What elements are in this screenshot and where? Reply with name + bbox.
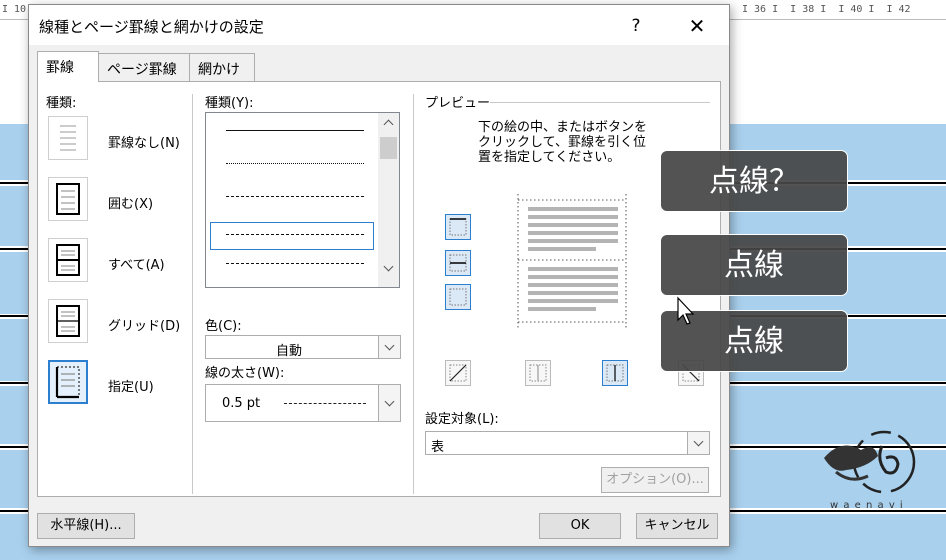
preview-text-line	[528, 307, 596, 311]
dialog-title: 線種とページ罫線と網かけの設定	[39, 18, 264, 36]
help-button[interactable]: ?	[621, 13, 651, 39]
style-dotted[interactable]	[226, 163, 364, 164]
diagonal-up-border-button[interactable]	[445, 360, 471, 386]
tab-panel: 種類: 罫線なし(N) 囲む(X) すべて(A) グリッド(D) 指定(U) 種…	[37, 81, 721, 497]
borders-and-shading-dialog: 線種とページ罫線と網かけの設定 ? ✕ 罫線 ページ罫線 網かけ 種類: 罫線な…	[28, 4, 730, 547]
grid-border-icon	[56, 305, 80, 337]
apply-to-select[interactable]: 表	[425, 431, 710, 455]
left-border-button[interactable]	[525, 360, 551, 386]
waenavi-logo: w a e n a v i	[816, 428, 926, 518]
bottom-border-button[interactable]	[445, 284, 471, 310]
divider	[413, 94, 414, 494]
apply-to-value: 表	[431, 440, 445, 455]
color-select[interactable]: 自動	[205, 335, 401, 359]
style-solid[interactable]	[226, 130, 364, 131]
bird-logo-icon	[824, 430, 916, 494]
setting-all-icon[interactable]	[48, 238, 88, 282]
setting-none-label[interactable]: 罫線なし(N)	[108, 132, 180, 151]
instruction-line: 下の絵の中、またはボタンを	[478, 120, 648, 135]
title-bar: 線種とページ罫線と網かけの設定 ? ✕	[29, 5, 729, 45]
ruler-right-ticks: I 36 I I 38 I I 40 I I 42	[742, 4, 911, 15]
all-borders-icon	[56, 244, 80, 276]
color-value: 自動	[276, 344, 303, 359]
logo-text: w a e n a v i	[830, 500, 904, 511]
instruction-line: クリックして、罫線を引く位	[478, 135, 646, 150]
selected-style-highlight[interactable]	[210, 222, 374, 250]
preview-text-line	[528, 207, 618, 211]
style-dashed-small[interactable]	[226, 196, 364, 197]
no-border-icon	[60, 125, 76, 151]
preview-text-line	[528, 283, 618, 287]
preview-text-line	[528, 223, 618, 227]
divider	[192, 94, 193, 494]
apply-to-label: 設定対象(L):	[425, 412, 499, 427]
ruler-left-ticks: I 10	[2, 4, 27, 15]
cancel-button[interactable]: キャンセル	[636, 513, 718, 539]
setting-type-label: 種類:	[46, 96, 77, 111]
setting-custom-label[interactable]: 指定(U)	[108, 376, 154, 395]
scroll-thumb[interactable]	[380, 137, 397, 159]
setting-custom-icon[interactable]	[48, 360, 88, 404]
preview-instructions: 下の絵の中、またはボタンを クリックして、罫線を引く位 置を指定してください。	[478, 120, 647, 165]
chevron-down-icon	[384, 396, 395, 407]
preview-text-line	[528, 299, 618, 303]
color-dropdown-button[interactable]	[378, 336, 400, 358]
inside-horizontal-border-icon	[449, 254, 467, 272]
chevron-down-icon	[384, 340, 395, 351]
options-button[interactable]: オプション(O)...	[601, 467, 709, 493]
setting-none-icon[interactable]	[48, 116, 88, 160]
color-label: 色(C):	[205, 319, 242, 334]
setting-box-icon[interactable]	[48, 177, 88, 221]
line-width-dropdown-button[interactable]	[378, 385, 400, 421]
width-label: 線の太さ(W):	[205, 366, 285, 381]
box-border-icon	[56, 183, 80, 215]
style-list-scrollbar[interactable]	[378, 113, 399, 287]
preview-text-line	[528, 215, 618, 219]
preview-rule	[490, 102, 710, 103]
top-border-button[interactable]	[445, 214, 471, 240]
right-border-icon	[606, 364, 624, 382]
tab-page-border[interactable]: ページ罫線	[98, 53, 190, 81]
ok-button[interactable]: OK	[539, 513, 621, 539]
chevron-down-icon	[693, 436, 704, 447]
preview-text-line	[528, 231, 618, 235]
setting-grid-icon[interactable]	[48, 299, 88, 343]
preview-text-line	[528, 239, 618, 243]
preview-text-line	[528, 267, 618, 271]
right-border-button[interactable]	[602, 360, 628, 386]
style-dashed[interactable]	[226, 234, 364, 235]
preview-text-line	[528, 247, 596, 251]
mouse-cursor-icon	[677, 296, 695, 325]
preview-text-line	[528, 275, 618, 279]
style-label: 種類(Y):	[205, 96, 254, 111]
diagonal-up-icon	[449, 364, 467, 382]
line-width-sample	[284, 403, 366, 404]
top-border-icon	[449, 218, 467, 236]
inside-horizontal-border-button[interactable]	[445, 250, 471, 276]
line-style-list[interactable]	[205, 112, 400, 288]
caption-overlay: 点線？	[660, 150, 848, 212]
left-border-icon	[529, 364, 547, 382]
line-width-select[interactable]: 0.5 pt	[205, 384, 401, 422]
tab-borders[interactable]: 罫線	[37, 51, 99, 82]
style-dash-dot[interactable]	[226, 263, 364, 264]
custom-border-icon	[55, 366, 80, 399]
close-button[interactable]: ✕	[679, 13, 715, 39]
setting-grid-label[interactable]: グリッド(D)	[108, 315, 180, 334]
apply-to-dropdown-button[interactable]	[687, 432, 709, 454]
instruction-line: 置を指定してください。	[478, 150, 621, 165]
tab-shading[interactable]: 網かけ	[189, 53, 255, 81]
line-width-value: 0.5 pt	[222, 396, 261, 411]
caption-overlay: 点線	[660, 234, 848, 296]
scroll-down-icon[interactable]	[383, 261, 394, 272]
horizontal-line-button[interactable]: 水平線(H)...	[37, 513, 135, 539]
setting-box-label[interactable]: 囲む(X)	[108, 193, 153, 212]
bottom-border-icon	[449, 288, 467, 306]
scroll-up-icon[interactable]	[383, 119, 394, 130]
preview-text-line	[528, 291, 618, 295]
setting-all-label[interactable]: すべて(A)	[108, 254, 165, 273]
preview-label: プレビュー	[425, 96, 491, 111]
